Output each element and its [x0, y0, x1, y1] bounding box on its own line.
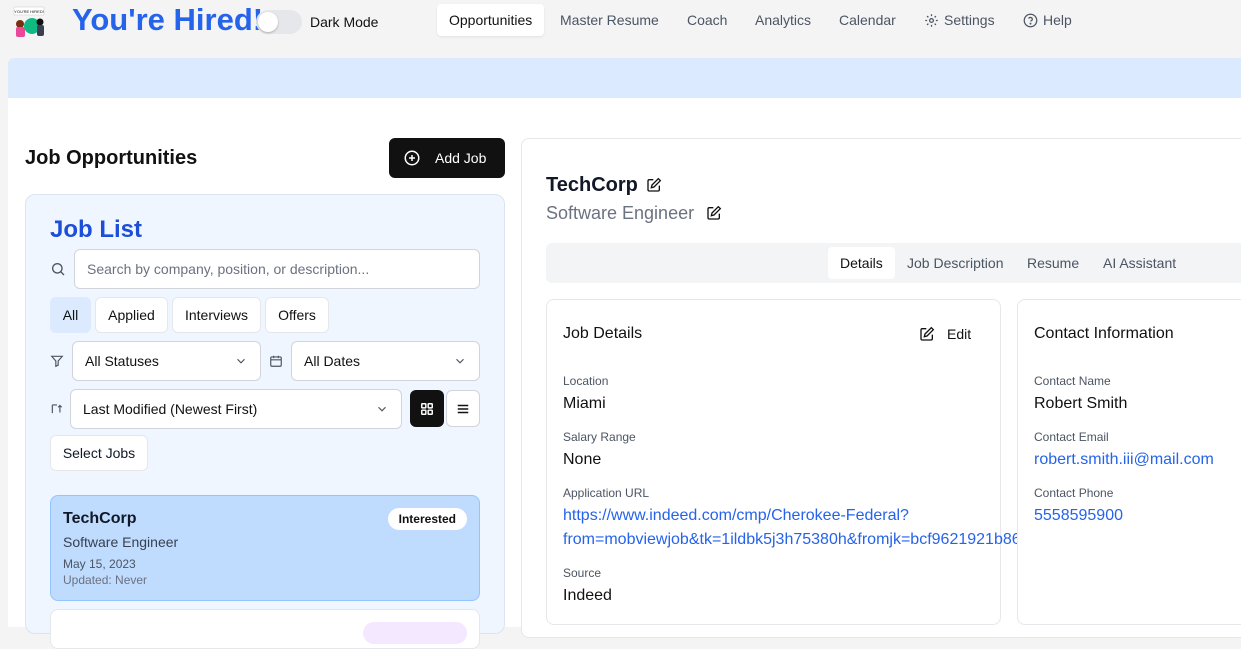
edit-label: Edit [947, 326, 972, 342]
sort-icon [51, 404, 63, 414]
source-value: Indeed [563, 587, 612, 604]
search-icon [52, 263, 65, 276]
contact-title: Contact Information [1034, 325, 1174, 342]
job-details-card [546, 299, 1001, 625]
tab-label: Help [1043, 12, 1072, 28]
status-badge [363, 622, 467, 644]
contact-name-label: Contact Name [1034, 374, 1111, 388]
tab-coach[interactable]: Coach [687, 4, 727, 36]
status-badge: Interested [387, 508, 467, 530]
application-url-link-cont[interactable]: from=mobviewjob&tk=1ildbk5j3h75380h&from… [563, 531, 1021, 549]
search-input[interactable] [74, 249, 480, 289]
contact-phone-link[interactable]: 5558595900 [1034, 507, 1123, 525]
status-filter-value: All Statuses [85, 353, 159, 369]
chevron-down-icon [378, 406, 386, 412]
edit-company-icon[interactable] [646, 177, 662, 193]
application-url-label: Application URL [563, 486, 650, 500]
edit-position-icon[interactable] [706, 205, 722, 221]
page-title: Job Opportunities [25, 147, 198, 169]
help-circle-icon [1023, 13, 1038, 27]
filter-applied[interactable]: Applied [95, 297, 168, 333]
grid-icon [421, 402, 433, 415]
source-label: Source [563, 566, 602, 580]
edit-details-button[interactable]: Edit [919, 324, 971, 344]
job-updated: Updated: Never [63, 573, 148, 587]
tab-resume[interactable]: Resume [1027, 247, 1079, 279]
tab-master-resume[interactable]: Master Resume [560, 4, 659, 36]
grid-view-button[interactable] [410, 390, 444, 427]
tab-opportunities[interactable]: Opportunities [437, 4, 545, 36]
app-title: You're Hired! [72, 2, 264, 37]
job-card[interactable] [50, 609, 480, 649]
contact-phone-label: Contact Phone [1034, 486, 1114, 500]
application-url-link[interactable]: https://www.indeed.com/cmp/Cherokee-Fede… [563, 507, 909, 525]
chevron-down-icon [237, 358, 245, 364]
job-company: TechCorp [63, 510, 137, 527]
svg-text:YOU'RE HIRED!: YOU'RE HIRED! [14, 9, 44, 14]
contact-name-value: Robert Smith [1034, 395, 1128, 412]
sort-value: Last Modified (Newest First) [83, 401, 258, 417]
dark-mode-toggle[interactable] [256, 10, 302, 34]
contact-email-link[interactable]: robert.smith.iii@mail.com [1034, 451, 1214, 469]
salary-label: Salary Range [563, 430, 636, 444]
calendar-icon [270, 355, 282, 367]
job-position: Software Engineer [63, 534, 179, 550]
tab-analytics[interactable]: Analytics [755, 4, 811, 36]
job-card[interactable]: TechCorp Software Engineer May 15, 2023 … [50, 495, 480, 601]
tab-calendar[interactable]: Calendar [839, 4, 896, 36]
tab-ai-assistant[interactable]: AI Assistant [1103, 247, 1176, 279]
add-job-button[interactable]: Add Job [389, 138, 505, 178]
filter-interviews[interactable]: Interviews [172, 297, 261, 333]
tab-label: Analytics [755, 12, 812, 28]
select-jobs-button[interactable]: Select Jobs [50, 435, 148, 471]
salary-value: None [563, 451, 602, 468]
filter-offers[interactable]: Offers [265, 297, 329, 333]
tab-job-description[interactable]: Job Description [907, 247, 1004, 279]
tab-label: Master Resume [560, 12, 659, 28]
tab-help[interactable]: Help [1023, 4, 1072, 36]
tab-label: Calendar [839, 12, 896, 28]
job-date: May 15, 2023 [63, 557, 136, 571]
detail-position: Software Engineer [546, 203, 695, 223]
tab-settings[interactable]: Settings [924, 4, 995, 36]
sort-select[interactable]: Last Modified (Newest First) [70, 389, 402, 429]
location-value: Miami [563, 395, 606, 412]
chevron-down-icon [456, 358, 464, 364]
app-logo: YOU'RE HIRED! [13, 6, 45, 37]
list-icon [457, 404, 469, 413]
detail-company: TechCorp [546, 174, 638, 196]
plus-circle-icon [404, 150, 420, 166]
filter-icon [50, 355, 64, 368]
date-filter-value: All Dates [304, 353, 361, 369]
tab-label: Settings [944, 12, 995, 28]
main-nav [8, 58, 1241, 98]
edit-icon [920, 326, 935, 341]
add-job-label: Add Job [435, 150, 487, 166]
gear-icon [925, 13, 938, 27]
job-details-title: Job Details [563, 325, 643, 342]
filter-all[interactable]: All [50, 297, 91, 333]
date-filter-select[interactable]: All Dates [291, 341, 480, 381]
toggle-knob [258, 12, 278, 32]
tab-details[interactable]: Details [828, 247, 895, 279]
tab-label: Coach [687, 12, 728, 28]
contact-email-label: Contact Email [1034, 430, 1109, 444]
list-view-button[interactable] [446, 390, 480, 427]
job-list-title: Job List [50, 216, 143, 243]
location-label: Location [563, 374, 609, 388]
tab-label: Opportunities [449, 12, 533, 28]
status-filter-select[interactable]: All Statuses [72, 341, 261, 381]
dark-mode-label: Dark Mode [310, 14, 379, 30]
